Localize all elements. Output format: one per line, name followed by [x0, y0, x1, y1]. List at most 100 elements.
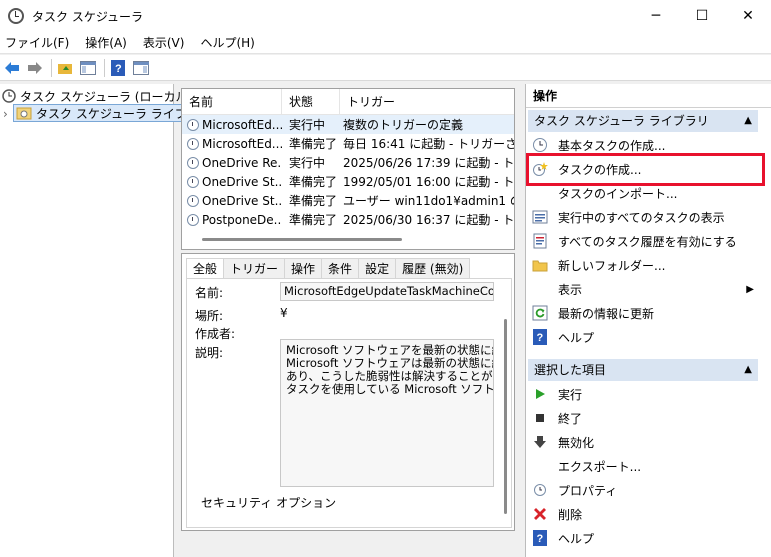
author-label: 作成者: [195, 327, 236, 341]
description-field[interactable]: Microsoft ソフトウェアを最新の状態に維持し Microsoft ソフト… [280, 339, 494, 487]
action-export[interactable]: エクスポート... [532, 455, 758, 477]
back-arrow-icon[interactable] [2, 58, 22, 78]
minimize-button[interactable]: ─ [633, 0, 679, 32]
action-label: 無効化 [558, 435, 595, 450]
task-clock-icon [187, 156, 199, 169]
action-properties[interactable]: プロパティ [532, 479, 758, 501]
action-delete[interactable]: 削除 [532, 503, 758, 525]
menu-bar: ファイル(F) 操作(A) 表示(V) ヘルプ(H) [0, 32, 771, 54]
tab-actions[interactable]: 操作 [284, 258, 323, 278]
general-tab-body: 名前: MicrosoftEdgeUpdateTaskMachineCore 場… [186, 278, 512, 528]
toolbar: ? [0, 55, 771, 81]
task-name: OneDrive Re... [202, 155, 282, 170]
highlight-box [526, 153, 765, 186]
tab-triggers[interactable]: トリガー [223, 258, 286, 278]
column-header-status[interactable]: 状態 [282, 89, 340, 115]
action-label: ヘルプ [558, 330, 595, 345]
collapse-up-icon[interactable]: ▲ [744, 359, 752, 381]
section-selected-item[interactable]: 選択した項目 ▲ [528, 359, 758, 381]
close-button[interactable]: ✕ [725, 0, 771, 32]
action-label: 最新の情報に更新 [558, 306, 655, 321]
folder-icon [532, 257, 548, 273]
action-help-selected[interactable]: ? ヘルプ [532, 527, 758, 549]
tab-history[interactable]: 履歴 (無効) [395, 258, 471, 278]
toolbar-separator [104, 58, 105, 77]
horizontal-scrollbar[interactable] [202, 238, 402, 241]
svg-text:?: ? [115, 63, 122, 75]
history-icon [532, 233, 548, 249]
svg-text:?: ? [537, 533, 544, 545]
action-disable[interactable]: 無効化 [532, 431, 758, 453]
task-trigger: ユーザー win11do1¥admin1 のログ [343, 194, 514, 208]
table-row[interactable]: OneDrive St... 準備完了 1992/05/01 16:00 に起動… [182, 172, 514, 191]
section-task-scheduler-library[interactable]: タスク スケジューラ ライブラリ ▲ [528, 110, 758, 132]
show-hide-action-pane-icon[interactable] [131, 58, 151, 78]
table-row[interactable]: OneDrive St... 準備完了 ユーザー win11do1¥admin1… [182, 191, 514, 210]
column-header-name[interactable]: 名前 [182, 89, 282, 115]
disable-icon [532, 434, 548, 450]
up-folder-icon[interactable] [55, 58, 75, 78]
task-status: 準備完了 [289, 137, 338, 151]
help-icon: ? [532, 530, 548, 546]
action-end[interactable]: 終了 [532, 407, 758, 429]
menu-help[interactable]: ヘルプ(H) [195, 34, 259, 51]
action-run[interactable]: 実行 [532, 383, 758, 405]
menu-view[interactable]: 表示(V) [138, 34, 190, 51]
menu-file[interactable]: ファイル(F) [0, 34, 74, 51]
action-label: ヘルプ [558, 531, 595, 546]
task-name-field[interactable]: MicrosoftEdgeUpdateTaskMachineCore [280, 282, 494, 301]
blank-icon [532, 185, 548, 201]
running-tasks-icon [532, 209, 548, 225]
description-label: 説明: [195, 346, 224, 360]
action-label: 基本タスクの作成... [558, 138, 666, 153]
library-folder-icon [16, 107, 32, 120]
table-row[interactable]: MicrosoftEd... 実行中 複数のトリガーの定義 [182, 115, 514, 134]
properties-icon [532, 482, 548, 498]
stop-icon [532, 410, 548, 426]
action-enable-all-history[interactable]: すべてのタスク履歴を有効にする [532, 230, 758, 252]
task-trigger: 複数のトリガーの定義 [343, 118, 464, 132]
task-trigger: 2025/06/26 17:39 に起動 - トリガ [343, 156, 514, 170]
action-label: 新しいフォルダー... [558, 258, 666, 273]
action-label: すべてのタスク履歴を有効にする [558, 234, 737, 249]
task-clock-icon [187, 118, 199, 131]
task-name: OneDrive St... [202, 174, 282, 189]
action-label: 実行 [558, 387, 583, 402]
action-label: 表示 [558, 282, 583, 297]
action-display-running-tasks[interactable]: 実行中のすべてのタスクの表示 [532, 206, 758, 228]
tab-conditions[interactable]: 条件 [321, 258, 360, 278]
maximize-button[interactable]: ☐ [679, 0, 725, 32]
column-header-trigger[interactable]: トリガー [340, 89, 514, 115]
action-help[interactable]: ? ヘルプ [532, 326, 758, 348]
tree-item-task-scheduler-local[interactable]: タスク スケジューラ (ローカル) [2, 87, 192, 105]
table-row[interactable]: PostponeDe... 準備完了 2025/06/30 16:37 に起動 … [182, 210, 514, 229]
location-label: 場所: [195, 309, 224, 323]
task-name: OneDrive St... [202, 193, 282, 208]
help-icon: ? [532, 329, 548, 345]
task-name: MicrosoftEd... [202, 117, 282, 132]
help-icon[interactable]: ? [108, 58, 128, 78]
task-status: 準備完了 [289, 175, 338, 189]
table-row[interactable]: MicrosoftEd... 準備完了 毎日 16:41 に起動 - トリガーさ… [182, 134, 514, 153]
action-label: タスクのインポート... [558, 186, 678, 201]
clock-icon [2, 89, 16, 103]
vertical-scrollbar[interactable] [504, 319, 507, 514]
task-list-header: 名前 状態 トリガー [182, 89, 514, 115]
tab-general[interactable]: 全般 [186, 258, 225, 279]
collapse-up-icon[interactable]: ▲ [744, 110, 752, 132]
tree-expander-icon[interactable]: › [3, 105, 8, 123]
show-hide-console-tree-icon[interactable] [78, 58, 98, 78]
task-trigger: 1992/05/01 16:00 に起動 - トリガ [343, 175, 514, 189]
task-trigger: 毎日 16:41 に起動 - トリガーされた [343, 137, 514, 151]
menu-action[interactable]: 操作(A) [80, 34, 132, 51]
forward-arrow-icon[interactable] [25, 58, 45, 78]
task-trigger: 2025/06/30 16:37 に起動 - トリガ [343, 213, 514, 227]
tab-settings[interactable]: 設定 [358, 258, 397, 278]
security-group-border [192, 527, 492, 528]
table-row[interactable]: OneDrive Re... 実行中 2025/06/26 17:39 に起動 … [182, 153, 514, 172]
section-label: タスク スケジューラ ライブラリ [534, 114, 709, 128]
action-refresh[interactable]: 最新の情報に更新 [532, 302, 758, 324]
action-view[interactable]: 表示 ▶ [532, 278, 758, 300]
action-new-folder[interactable]: 新しいフォルダー... [532, 254, 758, 276]
description-line: タスクを使用している Microsoft ソフトウェアが [286, 382, 494, 396]
